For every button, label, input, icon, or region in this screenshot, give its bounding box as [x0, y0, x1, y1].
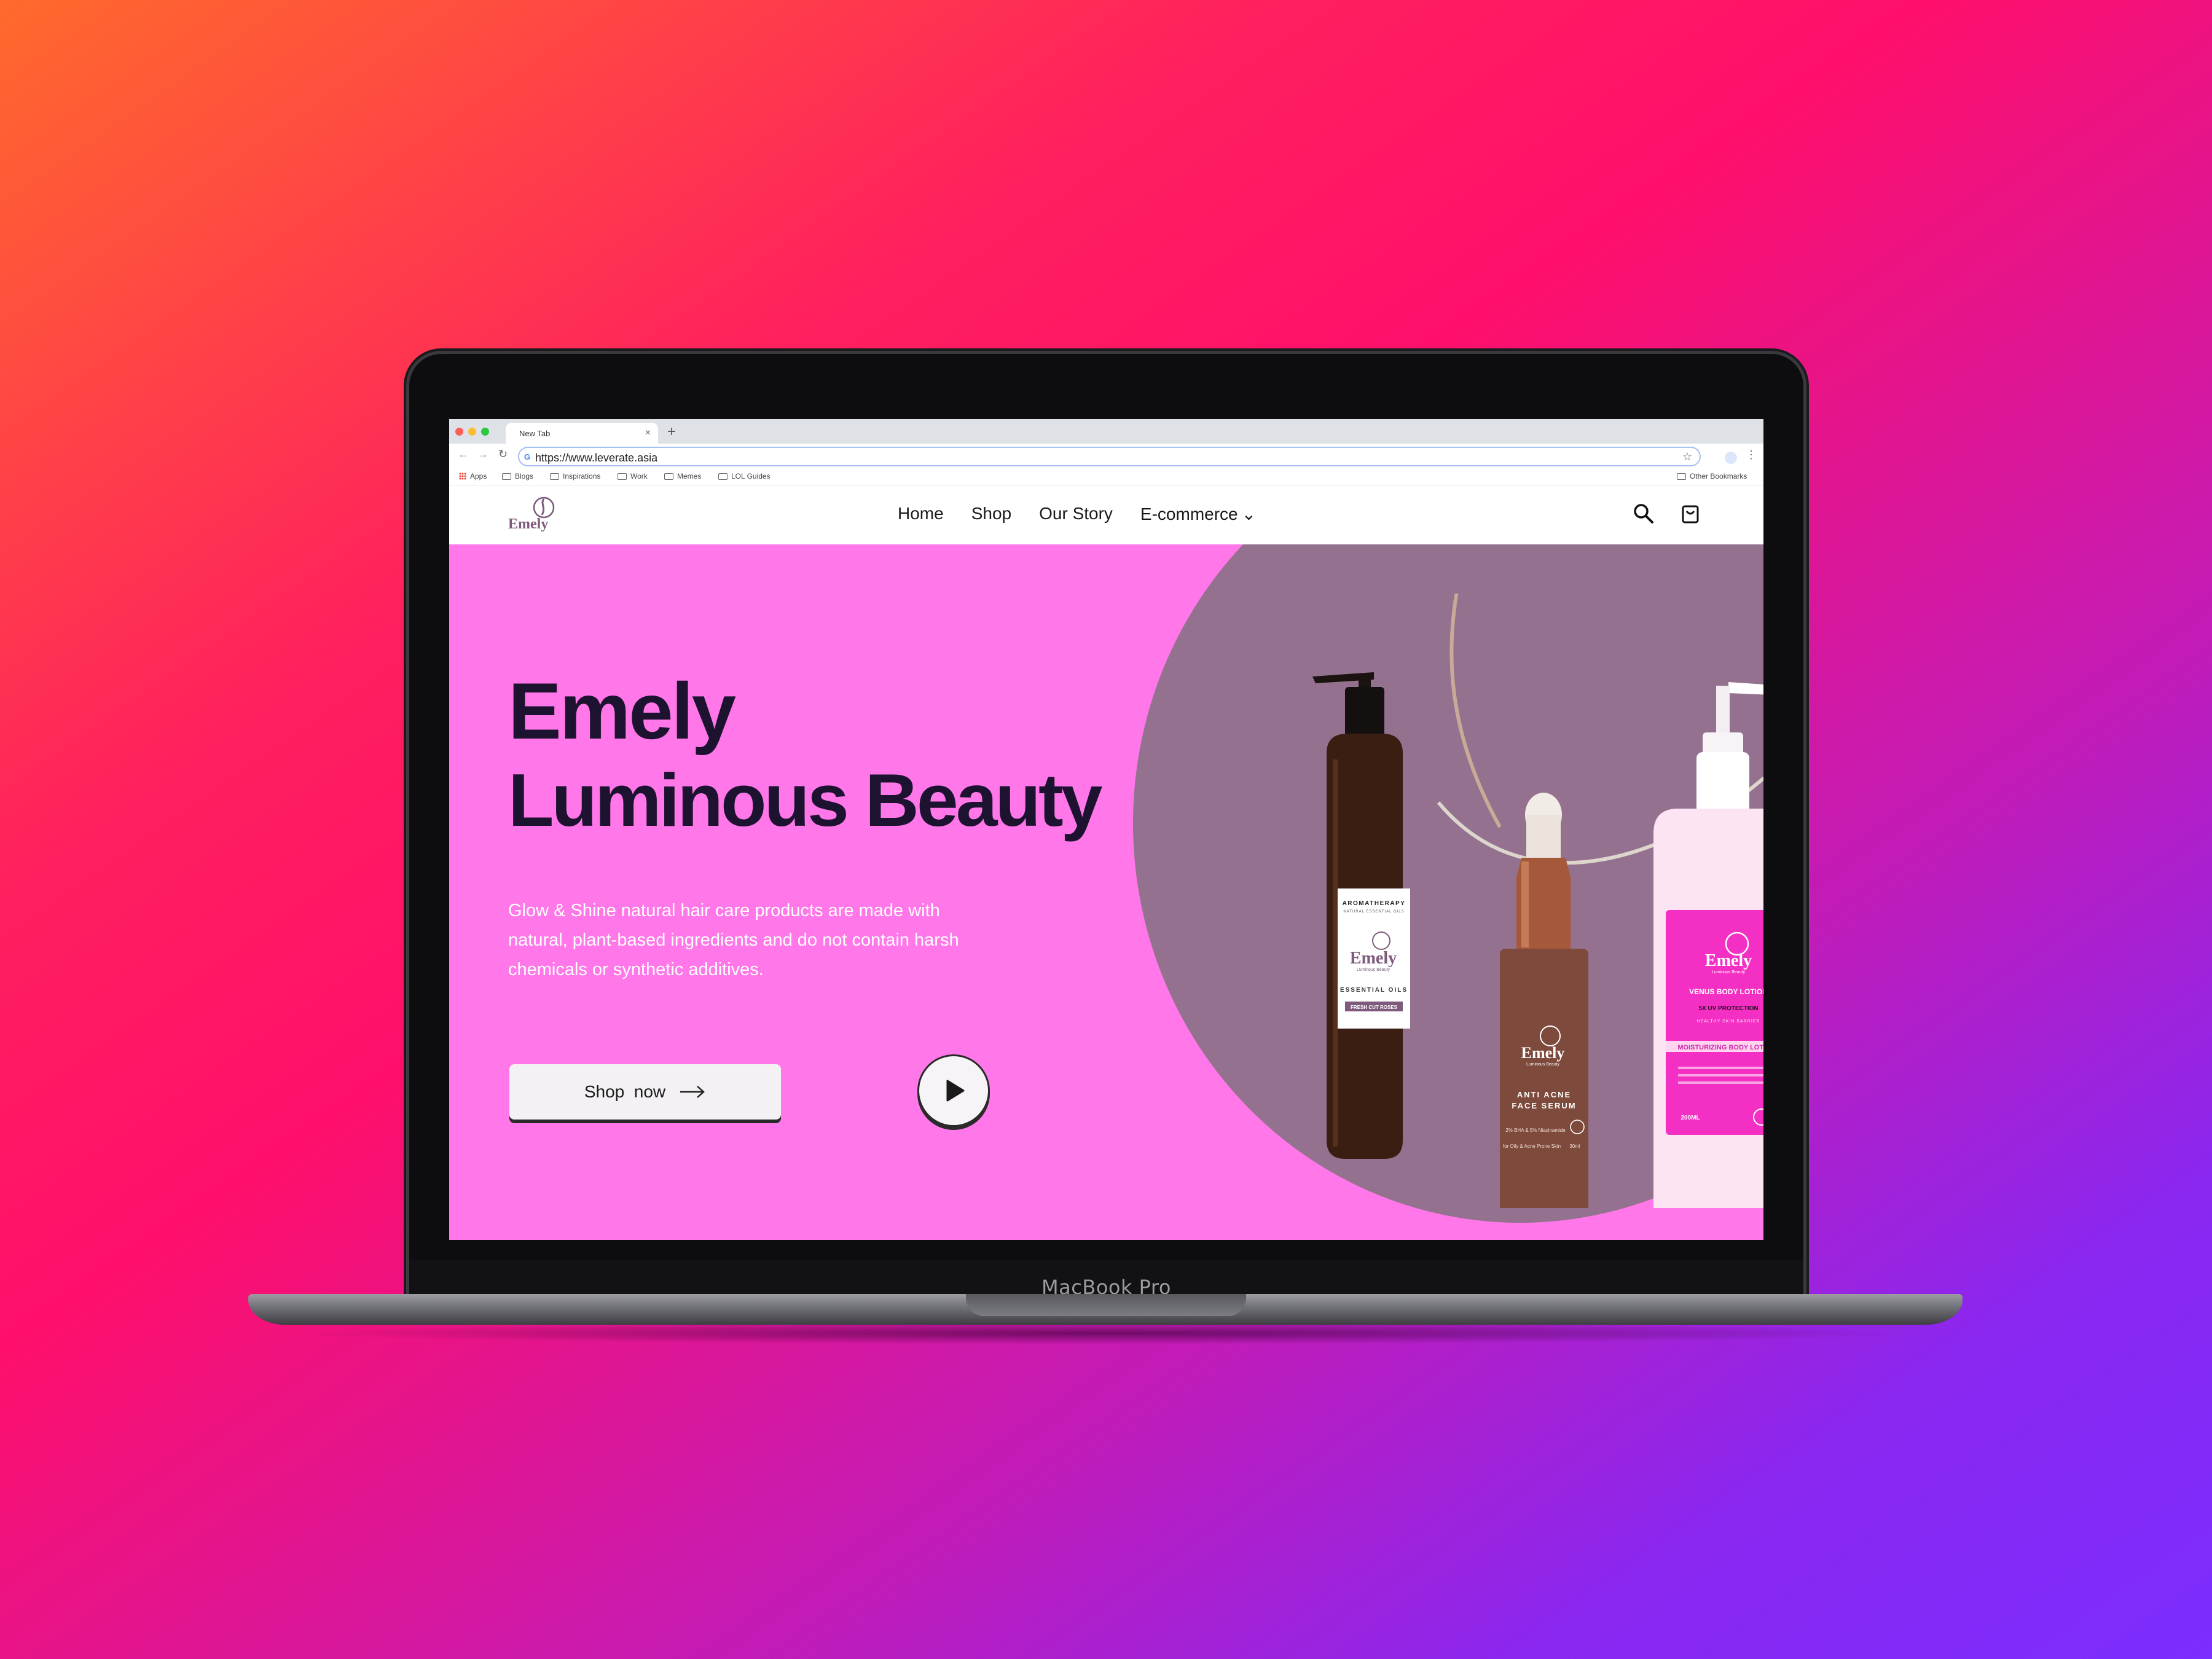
lotion-feature-text: 5X UV PROTECTION: [1698, 1005, 1758, 1012]
lotion-name-text: VENUS BODY LOTION: [1689, 987, 1763, 996]
hero-description: Glow & Shine natural hair care products …: [508, 901, 959, 979]
logo-text: Emely: [508, 516, 549, 532]
search-icon[interactable]: [1631, 501, 1656, 526]
tab-title: New Tab: [519, 429, 551, 438]
back-icon[interactable]: ←: [458, 448, 469, 461]
lotion-sub-text: HEALTHY SKIN BARRIER: [1697, 1019, 1760, 1024]
serum-brand-text: Emely: [1521, 1044, 1565, 1062]
nav-shop[interactable]: Shop: [971, 504, 1011, 524]
google-icon: G: [524, 452, 531, 461]
site-header: Emely Home Shop Our Story E-commerce ⌄: [449, 485, 1763, 544]
new-tab-button[interactable]: +: [667, 423, 676, 441]
window-minimize-button[interactable]: [468, 428, 476, 436]
oil-name-text: ESSENTIAL OILS: [1340, 987, 1408, 994]
main-nav: Home Shop Our Story E-commerce ⌄: [898, 504, 1256, 524]
hero-title: Emely: [508, 666, 736, 756]
serum-detail2-text: for Oily & Acne Prone Skin: [1503, 1143, 1561, 1149]
oil-sub-text: NATURAL ESSENTIAL OILS: [1343, 910, 1404, 914]
bookmark-other[interactable]: Other Bookmarks: [1677, 472, 1747, 480]
hero-subtitle: Luminous Beauty: [508, 758, 1103, 842]
serum-volume-text: 30ml: [1569, 1143, 1580, 1149]
shop-now-label: Shop now: [584, 1082, 666, 1101]
bookmarks-bar: Apps Blogs Inspirations Work Memes LOL G…: [449, 469, 1763, 485]
oil-brand-text: Emely: [1350, 949, 1397, 968]
window-maximize-button[interactable]: [481, 428, 489, 436]
bookmark-apps[interactable]: Apps: [459, 472, 487, 480]
shop-now-button[interactable]: Shop now: [509, 1064, 781, 1120]
chevron-down-icon: ⌄: [1241, 504, 1257, 524]
window-close-button[interactable]: [455, 428, 463, 436]
nav-home[interactable]: Home: [898, 504, 944, 524]
bookmark-work[interactable]: Work: [618, 472, 648, 480]
site-logo[interactable]: Emely: [508, 494, 563, 537]
browser-tabbar: New Tab × +: [449, 419, 1763, 444]
serum-name2-text: FACE SERUM: [1512, 1101, 1576, 1110]
bookmark-blogs[interactable]: Blogs: [502, 472, 533, 480]
browser-tab[interactable]: New Tab ×: [506, 423, 658, 444]
bookmark-inspirations[interactable]: Inspirations: [550, 472, 600, 480]
serum-detail1-text: 2% BHA & 5% Niacinamide: [1505, 1128, 1566, 1133]
lotion-brand-text: Emely: [1705, 951, 1752, 970]
body-lotion-bottle: Emely Luminous Beauty VENUS BODY LOTION …: [1653, 682, 1763, 1208]
lotion-volume-text: 200ML: [1681, 1115, 1700, 1121]
forward-icon[interactable]: →: [477, 448, 488, 461]
profile-icon[interactable]: [1725, 452, 1737, 464]
shopping-bag-icon[interactable]: [1678, 501, 1703, 526]
bookmark-star-icon[interactable]: ☆: [1682, 450, 1692, 463]
folder-icon: [718, 473, 728, 480]
tab-close-icon[interactable]: ×: [645, 428, 651, 439]
nav-ecommerce[interactable]: E-commerce ⌄: [1140, 504, 1256, 524]
folder-icon: [618, 473, 627, 480]
play-icon: [946, 1080, 965, 1102]
reload-icon[interactable]: ↻: [498, 448, 508, 461]
bookmark-lol-guides[interactable]: LOL Guides: [718, 472, 771, 480]
menu-kebab-icon[interactable]: ⋮: [1746, 449, 1757, 461]
serum-name1-text: ANTI ACNE: [1517, 1090, 1571, 1099]
browser-toolbar: ← → ↻ G https://www.leverate.asia ☆ ⋮: [449, 444, 1763, 469]
folder-icon: [502, 473, 511, 480]
laptop-screen: New Tab × + ← → ↻ G https://www.leverate…: [449, 419, 1763, 1240]
product-image: AROMATHERAPY NATURAL ESSENTIAL OILS Emel…: [1312, 594, 1763, 1208]
serum-brand-sub: Luminous Beauty: [1526, 1062, 1560, 1067]
lotion-band-text: MOISTURIZING BODY LOTION: [1677, 1044, 1763, 1051]
nav-our-story[interactable]: Our Story: [1039, 504, 1113, 524]
folder-icon: [1677, 473, 1686, 480]
address-bar[interactable]: G https://www.leverate.asia ☆: [518, 447, 1701, 466]
arrow-right-icon: [680, 1086, 705, 1098]
oil-brand-sub: Luminous Beauty: [1357, 968, 1390, 972]
nav-ecommerce-label: E-commerce: [1140, 504, 1238, 524]
play-video-button[interactable]: [917, 1054, 990, 1127]
laptop-chin: MacBook Pro: [409, 1260, 1803, 1299]
apps-grid-icon: [459, 473, 466, 480]
folder-icon: [550, 473, 559, 480]
folder-icon: [664, 473, 673, 480]
hero-section: Emely Luminous Beauty Glow & Shine natur…: [449, 544, 1763, 1240]
oil-top-text: AROMATHERAPY: [1343, 900, 1406, 907]
lotion-brand-sub: Luminous Beauty: [1712, 970, 1746, 975]
url-text[interactable]: https://www.leverate.asia: [535, 452, 657, 465]
essential-oil-bottle: AROMATHERAPY NATURAL ESSENTIAL OILS Emel…: [1312, 672, 1410, 1159]
oil-variant-text: FRESH CUT ROSES: [1351, 1005, 1398, 1010]
laptop-shadow: [289, 1322, 1923, 1344]
bookmark-memes[interactable]: Memes: [664, 472, 701, 480]
laptop-notch: [966, 1294, 1246, 1316]
